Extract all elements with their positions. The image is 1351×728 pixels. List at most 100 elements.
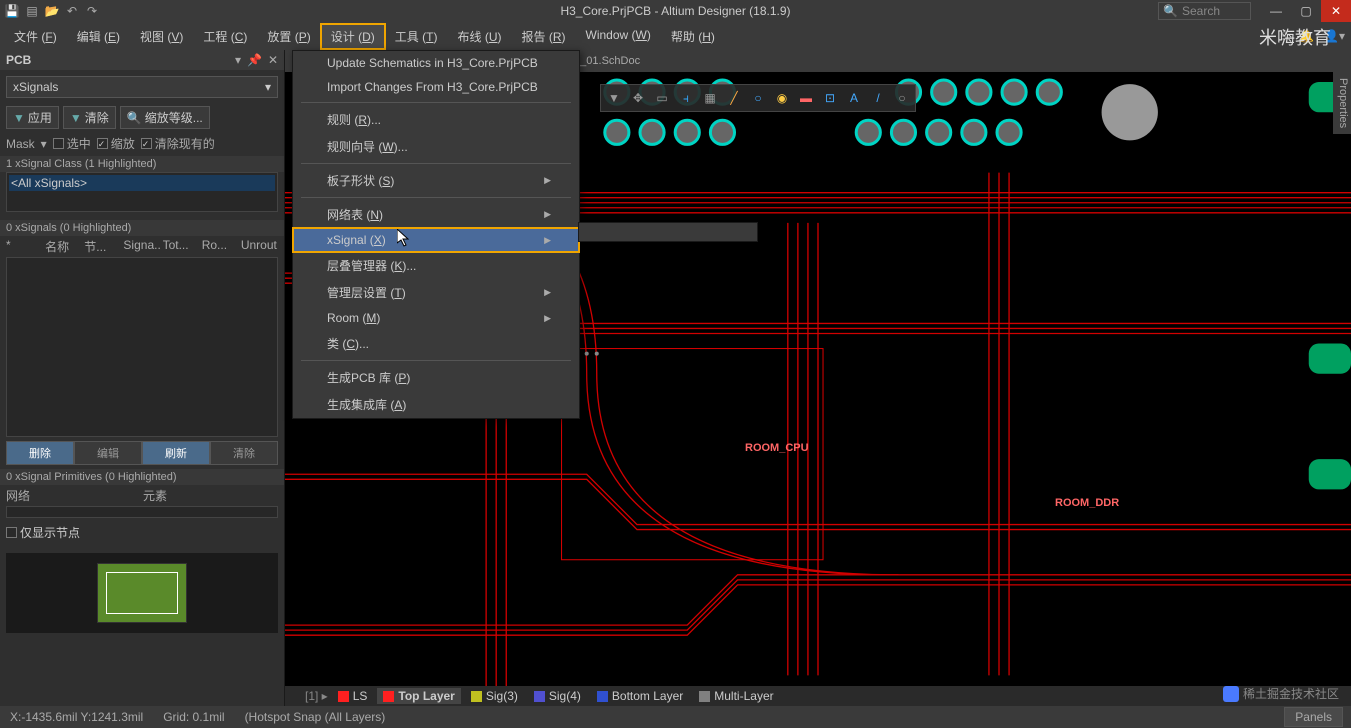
- status-snap: (Hotspot Snap (All Layers): [245, 710, 386, 724]
- share-icon[interactable]: ⇪: [1279, 29, 1289, 43]
- menu-item[interactable]: 工程 (C): [193, 24, 257, 49]
- maximize-button[interactable]: ▢: [1291, 0, 1321, 22]
- room-ddr-label: ROOM_DDR: [1055, 497, 1119, 509]
- pad-icon[interactable]: ◉: [771, 87, 793, 109]
- menu-item[interactable]: 生成PCB 库 (P): [293, 364, 579, 391]
- column[interactable]: *: [6, 238, 43, 255]
- pin-icon[interactable]: 📌: [247, 53, 262, 67]
- menu-item[interactable]: 网络表 (N)▶: [293, 201, 579, 228]
- clear2-button[interactable]: 清除: [210, 441, 278, 465]
- pcb-toolbar: ▼ ✥ ▭ ⫞ ▦ ╱ ○ ◉ ▬ ⊡ A / ○: [600, 84, 916, 112]
- menu-item[interactable]: 层叠管理器 (K)...: [293, 252, 579, 279]
- submenu-arrow-icon: ▶: [544, 313, 551, 324]
- submenu-arrow-icon: ▶: [544, 209, 551, 220]
- panel-close-icon[interactable]: ✕: [268, 53, 278, 67]
- column[interactable]: Ro...: [202, 238, 239, 255]
- column[interactable]: Unrout...: [241, 238, 278, 255]
- signals-list[interactable]: [6, 257, 278, 437]
- minimize-button[interactable]: —: [1261, 0, 1291, 22]
- mode-dropdown[interactable]: xSignals ▾: [6, 76, 278, 98]
- panel-header: PCB ▾ 📌 ✕: [0, 50, 284, 70]
- xsignal-submenu[interactable]: [578, 222, 758, 242]
- clear-button[interactable]: ▼清除: [63, 106, 116, 129]
- menu-item[interactable]: 工具 (T): [385, 24, 448, 49]
- column[interactable]: 名称: [45, 238, 82, 255]
- menu-item[interactable]: 管理层设置 (T)▶: [293, 279, 579, 306]
- column[interactable]: Tot...: [163, 238, 200, 255]
- layer-chip[interactable]: Sig(4): [528, 688, 587, 704]
- close-button[interactable]: ✕: [1321, 0, 1351, 22]
- layer-set-indicator[interactable]: [1] ▸: [305, 689, 328, 703]
- move-icon[interactable]: ✥: [627, 87, 649, 109]
- refresh-button[interactable]: 刷新: [142, 441, 210, 465]
- align-icon[interactable]: ⫞: [675, 87, 697, 109]
- layer-chip[interactable]: LS: [332, 688, 374, 704]
- menu-item[interactable]: 报告 (R): [512, 24, 576, 49]
- pcb-panel: PCB ▾ 📌 ✕ xSignals ▾ ▼应用 ▼清除 🔍缩放等级... Ma…: [0, 50, 285, 706]
- delete-button[interactable]: 删除: [6, 441, 74, 465]
- open-icon[interactable]: 📂: [44, 3, 60, 19]
- menu-item[interactable]: 规则 (R)...: [293, 106, 579, 133]
- menu-item[interactable]: xSignal (X)▶: [293, 228, 579, 252]
- column[interactable]: Signa...: [123, 238, 160, 255]
- menu-item[interactable]: Room (M)▶: [293, 306, 579, 330]
- layer-chip[interactable]: Multi-Layer: [693, 688, 779, 704]
- layer-chip[interactable]: Top Layer: [377, 688, 460, 704]
- select-checkbox[interactable]: 选中: [53, 135, 91, 152]
- undo-icon[interactable]: ↶: [64, 3, 80, 19]
- user-icon[interactable]: 👤▾: [1324, 29, 1345, 43]
- menu-item[interactable]: 板子形状 (S)▶: [293, 167, 579, 194]
- menu-item[interactable]: 视图 (V): [130, 24, 193, 49]
- redo-icon[interactable]: ↷: [84, 3, 100, 19]
- zoom-checkbox[interactable]: 缩放: [97, 135, 135, 152]
- polygon-icon[interactable]: ▬: [795, 87, 817, 109]
- board-preview[interactable]: [97, 563, 187, 623]
- menu-item[interactable]: Import Changes From H3_Core.PrjPCB: [293, 75, 579, 99]
- select-rect-icon[interactable]: ▭: [651, 87, 673, 109]
- column[interactable]: 节...: [84, 238, 121, 255]
- edit-button[interactable]: 编辑: [74, 441, 142, 465]
- menu-item[interactable]: 规则向导 (W)...: [293, 133, 579, 160]
- window-controls: — ▢ ✕: [1261, 0, 1351, 22]
- clear-existing-checkbox[interactable]: 清除现有的: [141, 135, 215, 152]
- zoom-level-button[interactable]: 🔍缩放等级...: [120, 106, 210, 129]
- dropdown-icon[interactable]: ▾: [235, 53, 241, 67]
- menu-item[interactable]: 编辑 (E): [67, 24, 130, 49]
- primitives-list[interactable]: [6, 506, 278, 518]
- menu-item[interactable]: 生成集成库 (A): [293, 391, 579, 418]
- class-list[interactable]: <All xSignals>: [6, 172, 278, 212]
- properties-tab[interactable]: Properties: [1333, 72, 1351, 134]
- mask-dropdown-icon[interactable]: ▾: [41, 137, 47, 151]
- via-icon[interactable]: ○: [747, 87, 769, 109]
- more-icon[interactable]: ○: [891, 87, 913, 109]
- search-box[interactable]: 🔍 Search: [1158, 2, 1251, 20]
- apply-button[interactable]: ▼应用: [6, 106, 59, 129]
- menu-item[interactable]: Update Schematics in H3_Core.PrjPCB: [293, 51, 579, 75]
- route-icon[interactable]: ╱: [723, 87, 745, 109]
- dimension-icon[interactable]: ⊡: [819, 87, 841, 109]
- panels-button[interactable]: Panels: [1284, 707, 1343, 727]
- menu-item[interactable]: 布线 (U): [447, 24, 511, 49]
- preview-box: [6, 553, 278, 633]
- line-icon[interactable]: /: [867, 87, 889, 109]
- show-nodes-checkbox[interactable]: 仅显示节点: [0, 518, 284, 547]
- menu-item[interactable]: 帮助 (H): [661, 24, 725, 49]
- menu-item[interactable]: 类 (C)...: [293, 330, 579, 357]
- text-icon[interactable]: A: [843, 87, 865, 109]
- save-icon[interactable]: 💾: [4, 3, 20, 19]
- menu-item[interactable]: 文件 (F): [4, 24, 67, 49]
- menu-item[interactable]: 放置 (P): [257, 24, 320, 49]
- filter-icon[interactable]: ▼: [603, 87, 625, 109]
- menu-item[interactable]: 设计 (D): [321, 24, 385, 49]
- grid-icon[interactable]: ▦: [699, 87, 721, 109]
- room-cpu-label: ROOM_CPU: [745, 442, 809, 454]
- class-item[interactable]: <All xSignals>: [9, 175, 275, 191]
- class-header: 1 xSignal Class (1 Highlighted): [0, 156, 284, 172]
- menu-item[interactable]: Window (W): [576, 24, 661, 49]
- save-all-icon[interactable]: ▤: [24, 3, 40, 19]
- signals-header: 0 xSignals (0 Highlighted): [0, 220, 284, 236]
- layer-swatch: [471, 691, 482, 702]
- layer-chip[interactable]: Bottom Layer: [591, 688, 689, 704]
- notification-icon[interactable]: 🔔: [1299, 29, 1314, 43]
- layer-chip[interactable]: Sig(3): [465, 688, 524, 704]
